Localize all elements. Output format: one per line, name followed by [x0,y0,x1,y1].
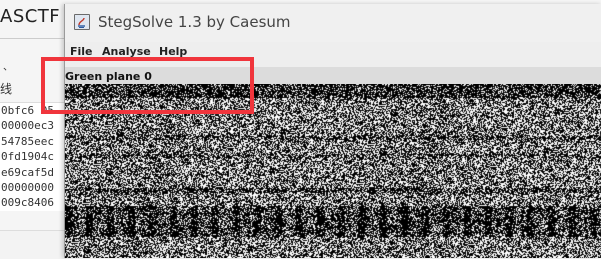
menu-bar: File Analyse Help [65,42,601,58]
window-title: StegSolve 1.3 by Caesum [98,13,291,31]
hex-row[interactable]: 54785eec [0,134,66,149]
menu-file[interactable]: File [70,45,93,58]
hex-row[interactable]: e69caf5d [0,165,66,180]
background-panel-footer [0,230,66,259]
menu-help[interactable]: Help [159,45,187,58]
hex-row[interactable]: 00000ec3 [0,118,66,133]
window-titlebar[interactable]: StegSolve 1.3 by Caesum [65,4,601,42]
java-app-icon [74,14,90,30]
hex-row[interactable]: 0bfc6 05 [0,103,66,118]
background-hex-list: 0bfc6 05 00000ec3 54785eec 0fd1904c e69c… [0,102,66,211]
background-label[interactable]: 线 [0,80,12,97]
plane-label-bar: Green plane 0 [65,67,601,84]
plane-label: Green plane 0 [65,70,152,83]
stegsolve-window: StegSolve 1.3 by Caesum File Analyse Hel… [64,4,601,258]
background-app-title: ASCTF [0,6,61,27]
background-divider [0,38,64,39]
hex-row[interactable]: 0fd1904c [0,149,66,164]
background-punctuation: 、 [3,62,13,73]
hex-row[interactable]: 00000000 [0,180,66,195]
menu-analyse[interactable]: Analyse [102,45,151,58]
bit-plane-image[interactable] [65,84,601,258]
hex-row[interactable]: 009c8406 [0,195,66,210]
